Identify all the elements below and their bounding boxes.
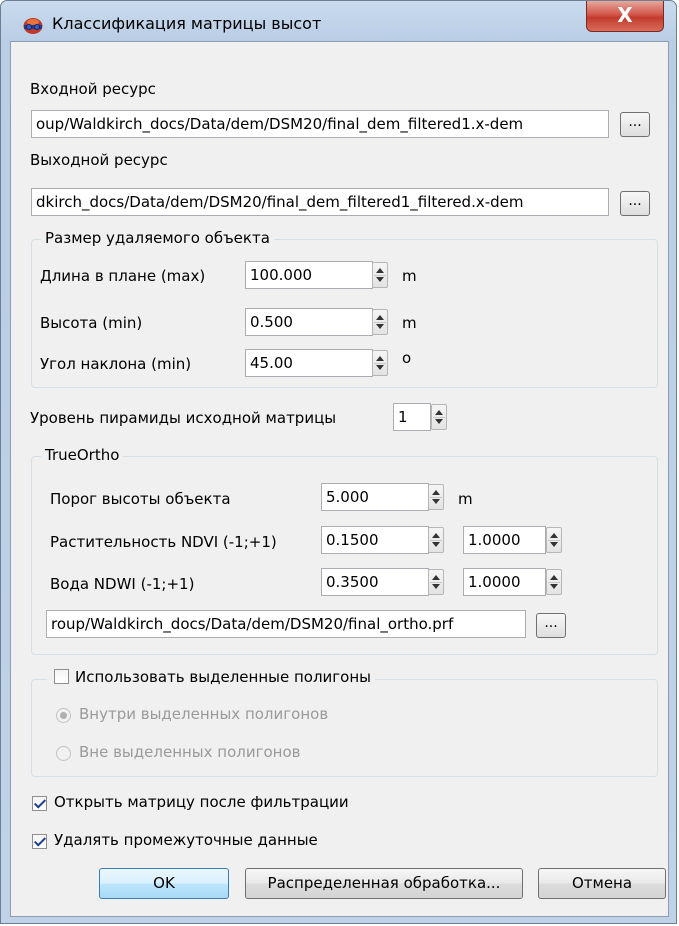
- spin-down-icon: [432, 542, 440, 547]
- inside-polygons-label: Внутри выделенных полигонов: [79, 705, 329, 723]
- polygons-group-title: Использовать выделенные полигоны: [47, 668, 375, 686]
- slope-spinner[interactable]: [372, 350, 388, 376]
- height-unit: m: [402, 314, 417, 332]
- ndvi-max-field[interactable]: 1.0000: [463, 526, 546, 554]
- spin-up-icon: [550, 533, 558, 538]
- distributed-processing-button[interactable]: Распределенная обработка...: [245, 868, 523, 899]
- outside-polygons-radio[interactable]: [56, 746, 71, 761]
- ndvi-max-spinner[interactable]: [546, 527, 562, 553]
- ortho-browse-button[interactable]: ...: [536, 613, 566, 638]
- ndvi-min-field[interactable]: 0.1500: [321, 526, 429, 554]
- spin-up-icon: [376, 268, 384, 273]
- output-resource-field[interactable]: dkirch_docs/Data/dem/DSM20/final_dem_fil…: [31, 188, 609, 216]
- dialog-client-area: Входной ресурс oup/Waldkirch_docs/Data/d…: [10, 41, 669, 917]
- spin-down-icon: [432, 499, 440, 504]
- app-icon: [23, 18, 43, 34]
- ok-button[interactable]: OK: [99, 868, 229, 899]
- threshold-spinner[interactable]: [428, 484, 444, 510]
- threshold-label: Порог высоты объекта: [50, 490, 231, 508]
- close-icon: X: [617, 3, 633, 27]
- ortho-path-field[interactable]: roup/Waldkirch_docs/Data/dem/DSM20/final…: [46, 610, 526, 638]
- ndvi-label: Растительность NDVI (-1;+1): [50, 533, 277, 551]
- input-resource-field[interactable]: oup/Waldkirch_docs/Data/dem/DSM20/final_…: [31, 110, 609, 138]
- height-spinner[interactable]: [372, 309, 388, 335]
- outside-polygons-label: Вне выделенных полигонов: [79, 743, 301, 761]
- threshold-field[interactable]: 5.000: [321, 483, 429, 511]
- spin-down-icon: [435, 419, 443, 424]
- slope-field[interactable]: 45.00: [245, 349, 373, 377]
- use-polygons-label: Использовать выделенные полигоны: [75, 668, 371, 686]
- input-browse-button[interactable]: ...: [620, 112, 650, 137]
- height-field[interactable]: 0.500: [245, 308, 373, 336]
- height-label: Высота (min): [40, 314, 143, 332]
- length-field[interactable]: 100.000: [245, 261, 373, 289]
- spin-down-icon: [376, 324, 384, 329]
- slope-unit: о: [402, 349, 412, 367]
- spin-up-icon: [435, 410, 443, 415]
- dialog-window: Классификация матрицы высот X Входной ре…: [0, 0, 677, 924]
- ndwi-max-field[interactable]: 1.0000: [463, 568, 546, 596]
- spin-up-icon: [376, 356, 384, 361]
- trueortho-group-title: TrueOrtho: [41, 446, 124, 464]
- spin-up-icon: [432, 533, 440, 538]
- spin-down-icon: [550, 542, 558, 547]
- open-after-checkbox[interactable]: [32, 796, 47, 811]
- open-after-label[interactable]: Открыть матрицу после фильтрации: [54, 793, 349, 811]
- title-bar[interactable]: Классификация матрицы высот X: [1, 1, 676, 41]
- spin-up-icon: [376, 315, 384, 320]
- delete-temp-checkbox[interactable]: [32, 834, 47, 849]
- slope-label: Угол наклона (min): [40, 355, 192, 373]
- ndwi-min-spinner[interactable]: [428, 569, 444, 595]
- spin-up-icon: [432, 490, 440, 495]
- input-resource-label: Входной ресурс: [30, 80, 156, 98]
- spin-down-icon: [432, 584, 440, 589]
- pyramid-level-field[interactable]: 1: [393, 403, 431, 431]
- spin-down-icon: [550, 584, 558, 589]
- ndwi-label: Вода NDWI (-1;+1): [50, 575, 195, 593]
- cancel-button[interactable]: Отмена: [538, 868, 666, 899]
- polygons-group: [31, 679, 658, 777]
- length-unit: m: [402, 267, 417, 285]
- ndvi-min-spinner[interactable]: [428, 527, 444, 553]
- output-browse-button[interactable]: ...: [620, 191, 650, 216]
- pyramid-level-label: Уровень пирамиды исходной матрицы: [30, 409, 337, 427]
- pyramid-level-spinner[interactable]: [431, 404, 447, 430]
- output-resource-label: Выходной ресурс: [30, 151, 168, 169]
- ndwi-max-spinner[interactable]: [546, 569, 562, 595]
- spin-down-icon: [376, 277, 384, 282]
- close-button[interactable]: X: [586, 1, 664, 32]
- ndwi-min-field[interactable]: 0.3500: [321, 568, 429, 596]
- use-polygons-checkbox[interactable]: [54, 669, 69, 684]
- spin-up-icon: [432, 575, 440, 580]
- length-spinner[interactable]: [372, 262, 388, 288]
- threshold-unit: m: [458, 490, 473, 508]
- window-title: Классификация матрицы высот: [52, 14, 322, 33]
- inside-polygons-radio[interactable]: [56, 708, 71, 723]
- spin-up-icon: [550, 575, 558, 580]
- length-label: Длина в плане (max): [40, 267, 206, 285]
- delete-temp-label[interactable]: Удалять промежуточные данные: [54, 831, 318, 849]
- spin-down-icon: [376, 365, 384, 370]
- object-size-group-title: Размер удаляемого объекта: [41, 229, 274, 247]
